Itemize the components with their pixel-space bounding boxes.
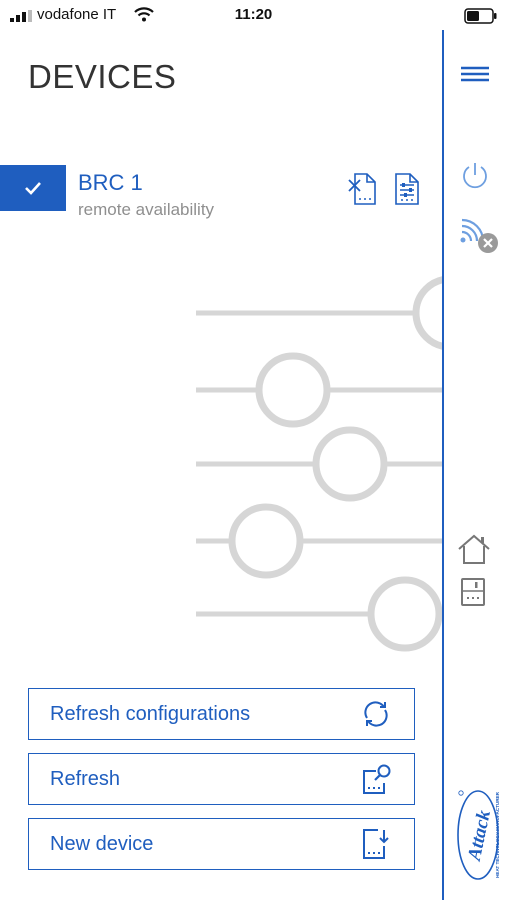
status-bar: vodafone IT 11:20 xyxy=(0,0,507,30)
refresh-configurations-label: Refresh configurations xyxy=(50,702,251,725)
brand-logo-text: Attack xyxy=(464,808,495,863)
sync-icon xyxy=(364,701,388,727)
config-settings-icon[interactable] xyxy=(392,172,422,206)
sidebar-divider xyxy=(442,30,444,900)
home-icon[interactable] xyxy=(457,533,491,565)
device-name[interactable]: BRC 1 xyxy=(78,170,143,196)
refresh-label: Refresh xyxy=(50,767,121,790)
status-time: 11:20 xyxy=(234,6,273,23)
sliders-illustration xyxy=(196,276,442,652)
new-device-button[interactable]: New device xyxy=(28,818,415,870)
menu-icon[interactable] xyxy=(460,64,490,84)
device-icon[interactable] xyxy=(460,577,486,607)
device-selected-checkbox[interactable] xyxy=(0,165,66,211)
brand-logo: Attack HEAT TECHNOLOGY MANUFACTURER xyxy=(457,790,500,880)
add-device-icon xyxy=(363,829,389,859)
page-title: DEVICES xyxy=(28,58,177,95)
device-status: remote availability xyxy=(78,200,215,219)
power-icon[interactable] xyxy=(460,160,490,192)
search-device-icon xyxy=(363,764,391,794)
battery-icon xyxy=(464,8,497,24)
new-device-label: New device xyxy=(50,832,154,855)
refresh-configurations-button[interactable]: Refresh configurations xyxy=(28,688,415,740)
brand-logo-tagline: HEAT TECHNOLOGY MANUFACTURER xyxy=(495,791,500,878)
remote-disconnected-icon[interactable] xyxy=(459,218,499,254)
refresh-button[interactable]: Refresh xyxy=(28,753,415,805)
checkmark-icon xyxy=(25,182,41,195)
config-delete-icon[interactable] xyxy=(347,172,377,206)
